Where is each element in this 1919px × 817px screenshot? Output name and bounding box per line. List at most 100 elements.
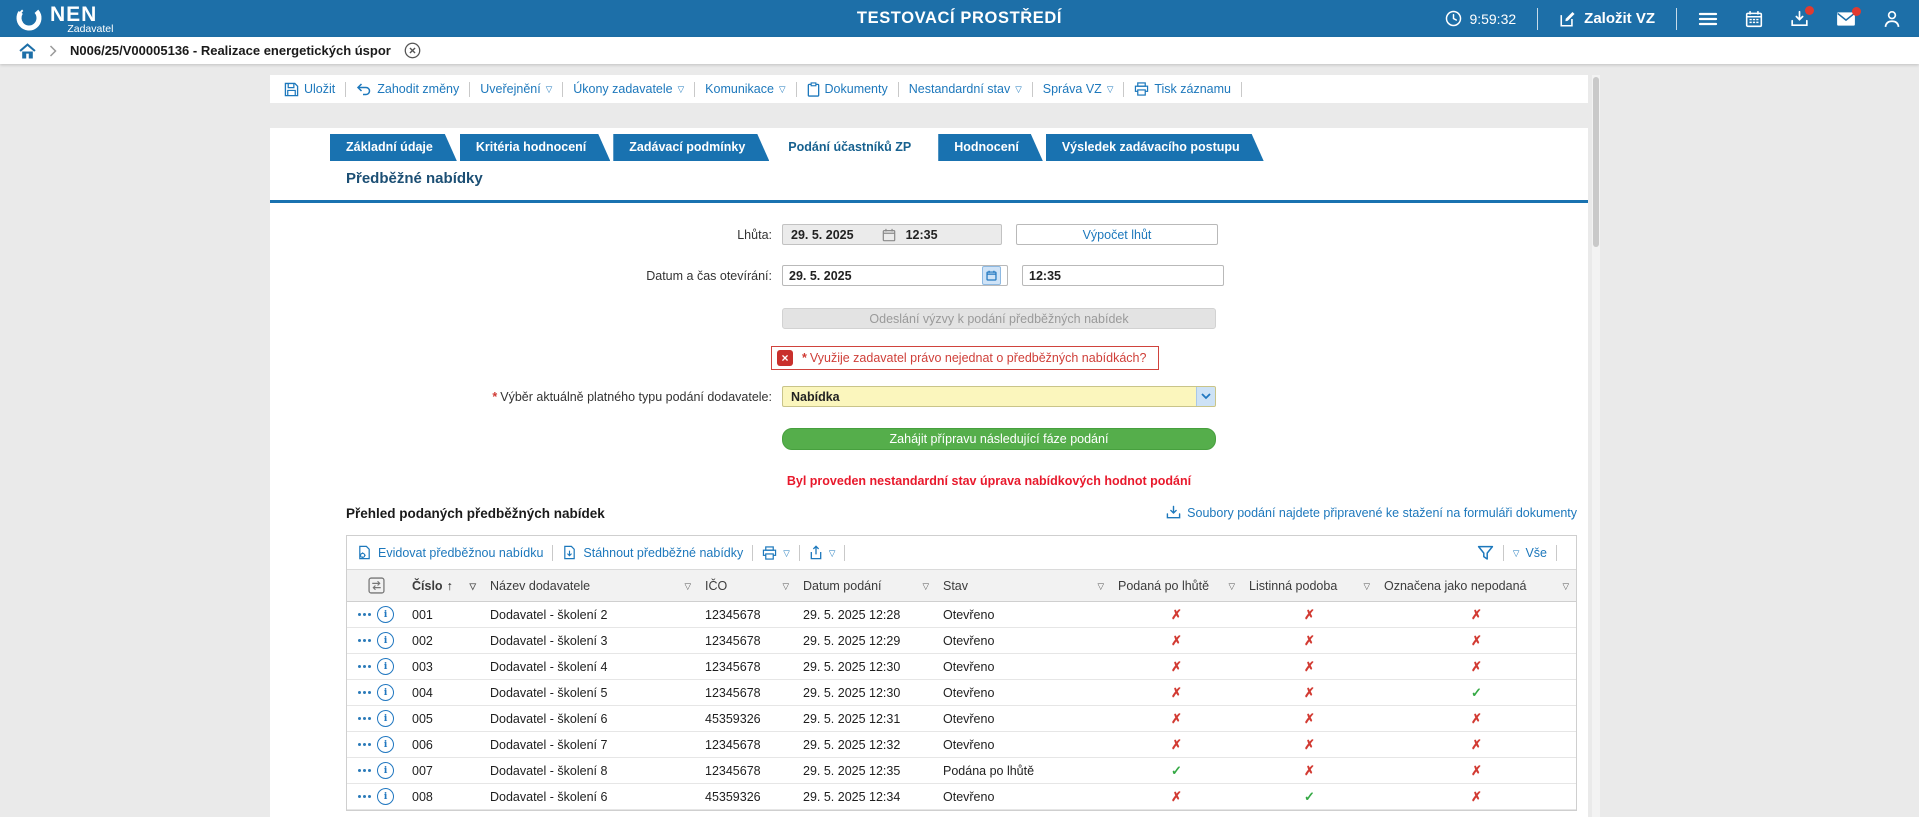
header-ico[interactable]: IČO ▽	[698, 570, 796, 601]
tab-kriteria-hodnoceni[interactable]: Kritéria hodnocení	[460, 134, 610, 161]
row-menu-icon[interactable]	[358, 613, 371, 616]
tab-zadavaci-podminky[interactable]: Zadávací podmínky	[613, 134, 769, 161]
filter-icon[interactable]: ▽	[782, 581, 789, 592]
close-icon[interactable]	[404, 42, 421, 59]
filter-icon[interactable]: ▽	[469, 581, 476, 592]
filter-funnel-icon[interactable]	[1477, 545, 1494, 561]
divider	[844, 544, 846, 561]
tab-zakladni-udaje[interactable]: Základní údaje	[330, 134, 457, 161]
deadline-time-value[interactable]: 12:35	[906, 228, 938, 242]
dropdown-icon: ▽	[1106, 84, 1114, 94]
calendar-icon	[882, 228, 895, 241]
documents-button[interactable]: Dokumenty	[807, 81, 888, 97]
filter-icon[interactable]: ▽	[922, 581, 929, 592]
filter-icon[interactable]: ▽	[1562, 581, 1569, 592]
info-icon[interactable]: i	[377, 684, 394, 701]
table-row[interactable]: i 007 Dodavatel - školení 8 12345678 29. 5. …	[347, 758, 1576, 784]
send-invitation-button[interactable]: Odeslání výzvy k podání předběžných nabí…	[782, 308, 1216, 329]
register-preliminary-bid-button[interactable]: Evidovat předběžnou nabídku	[357, 545, 543, 560]
row-menu-icon[interactable]	[358, 769, 371, 772]
header-cislo[interactable]: Číslo ↑ ▽	[405, 570, 483, 601]
table-row[interactable]: i 002 Dodavatel - školení 3 12345678 29. 5. …	[347, 628, 1576, 654]
tab-hodnoceni[interactable]: Hodnocení	[938, 134, 1043, 161]
opening-time-field[interactable]: 12:35	[1022, 265, 1224, 286]
vz-management-menu[interactable]: Správa VZ ▽	[1043, 82, 1114, 96]
row-menu-icon[interactable]	[358, 743, 371, 746]
tab-bar: Základní údaje Kritéria hodnocení Zadáva…	[330, 134, 1267, 161]
nen-logo[interactable]: NEN Zadavatel	[14, 3, 113, 35]
row-menu-icon[interactable]	[358, 717, 371, 720]
table-row[interactable]: i 001 Dodavatel - školení 2 12345678 29. 5. …	[347, 602, 1576, 628]
info-icon[interactable]: i	[377, 606, 394, 623]
header-podana-po-lhute[interactable]: Podaná po lhůtě ▽	[1111, 570, 1242, 601]
submission-type-select[interactable]: Nabídka	[782, 386, 1216, 407]
discard-changes-button[interactable]: Zahodit změny	[356, 82, 459, 96]
export-table-button[interactable]: ▽	[809, 545, 835, 560]
table-row[interactable]: i 005 Dodavatel - školení 6 45359326 29. 5. …	[347, 706, 1576, 732]
header-nazev-dodavatele[interactable]: Název dodavatele ▽	[483, 570, 698, 601]
submission-files-link[interactable]: Soubory podání najdete připravené ke sta…	[1166, 505, 1577, 520]
filter-icon[interactable]: ▽	[1097, 581, 1104, 592]
header-listinna-podoba[interactable]: Listinná podoba ▽	[1242, 570, 1377, 601]
calendar-button[interactable]	[1745, 10, 1763, 28]
send-invitation-row: Odeslání výzvy k podání předběžných nabí…	[270, 308, 1230, 329]
info-icon[interactable]: i	[377, 736, 394, 753]
row-menu-icon[interactable]	[358, 795, 371, 798]
downloads-button[interactable]	[1790, 5, 1814, 28]
header-stav[interactable]: Stav ▽	[936, 570, 1111, 601]
user-profile-button[interactable]	[1883, 10, 1901, 28]
contracting-actions-menu[interactable]: Úkony zadavatele ▽	[573, 82, 684, 96]
home-icon[interactable]	[19, 42, 36, 59]
tab-vysledek-zadavaciho-postupu[interactable]: Výsledek zadávacího postupu	[1046, 134, 1264, 161]
publication-menu[interactable]: Uveřejnění ▽	[480, 82, 552, 96]
row-menu-icon[interactable]	[358, 665, 371, 668]
info-icon[interactable]: i	[377, 762, 394, 779]
deadline-field-group[interactable]: 29. 5. 2025 12:35	[782, 224, 1002, 245]
create-vz-button[interactable]: Založit VZ	[1559, 10, 1655, 28]
filter-icon[interactable]: ▽	[684, 581, 691, 592]
vertical-scrollbar[interactable]	[1592, 75, 1600, 817]
required-asterisk: *	[802, 351, 807, 365]
filter-all-dropdown[interactable]: ▽ Vše	[1513, 546, 1547, 560]
row-menu-icon[interactable]	[358, 691, 371, 694]
deadline-date-value[interactable]: 29. 5. 2025	[791, 228, 854, 242]
print-record-button[interactable]: Tisk záznamu	[1134, 82, 1231, 96]
info-icon[interactable]: i	[377, 658, 394, 675]
table-row[interactable]: i 008 Dodavatel - školení 6 45359326 29. 5. …	[347, 784, 1576, 810]
row-actions-cell: i	[347, 658, 405, 675]
info-icon[interactable]: i	[377, 788, 394, 805]
nonstandard-state-warning: Byl proveden nestandardní stav úprava na…	[786, 474, 1192, 488]
info-icon[interactable]: i	[377, 632, 394, 649]
save-button[interactable]: Uložit	[284, 82, 335, 97]
main-menu-button[interactable]	[1698, 11, 1718, 27]
messages-notification-badge	[1852, 6, 1861, 16]
download-preliminary-bids-button[interactable]: Stáhnout předběžné nabídky	[562, 545, 743, 560]
cell-listinna-podoba-x-icon: ✗	[1304, 658, 1315, 674]
filter-icon[interactable]: ▽	[1363, 581, 1370, 592]
opening-date-field[interactable]: 29. 5. 2025	[782, 265, 1008, 286]
communication-menu[interactable]: Komunikace ▽	[705, 82, 785, 96]
column-settings-header[interactable]	[347, 570, 405, 601]
header-oznacena-jako-nepodana[interactable]: Označena jako nepodaná ▽	[1377, 570, 1576, 601]
date-picker-button[interactable]	[982, 266, 1001, 285]
scrollbar-thumb[interactable]	[1593, 77, 1599, 247]
select-chevron-button[interactable]	[1196, 387, 1215, 406]
messages-button[interactable]	[1836, 6, 1861, 27]
table-row[interactable]: i 004 Dodavatel - školení 5 12345678 29. 5. …	[347, 680, 1576, 706]
create-vz-label: Založit VZ	[1584, 10, 1655, 27]
divider	[798, 544, 800, 561]
cell-nazev-dodavatele: Dodavatel - školení 8	[490, 763, 608, 778]
filter-icon[interactable]: ▽	[1228, 581, 1235, 592]
info-icon[interactable]: i	[377, 710, 394, 727]
table-row[interactable]: i 003 Dodavatel - školení 4 12345678 29. 5. …	[347, 654, 1576, 680]
row-menu-icon[interactable]	[358, 639, 371, 642]
header-datum-podani[interactable]: Datum podání ▽	[796, 570, 936, 601]
nonstandard-state-menu[interactable]: Nestandardní stav ▽	[909, 82, 1022, 96]
table-row[interactable]: i 006 Dodavatel - školení 7 12345678 29. 5. …	[347, 732, 1576, 758]
breadcrumb-title[interactable]: N006/25/V00005136 - Realizace energetick…	[70, 43, 391, 58]
print-table-button[interactable]: ▽	[762, 545, 790, 560]
start-next-phase-button[interactable]: Zahájit přípravu následující fáze podání	[782, 428, 1216, 450]
compute-deadlines-button[interactable]: Výpočet lhůt	[1016, 224, 1218, 245]
tab-podani-ucastniku-zp[interactable]: Podání účastníků ZP	[772, 134, 935, 161]
cell-datum-podani: 29. 5. 2025 12:29	[803, 633, 901, 648]
